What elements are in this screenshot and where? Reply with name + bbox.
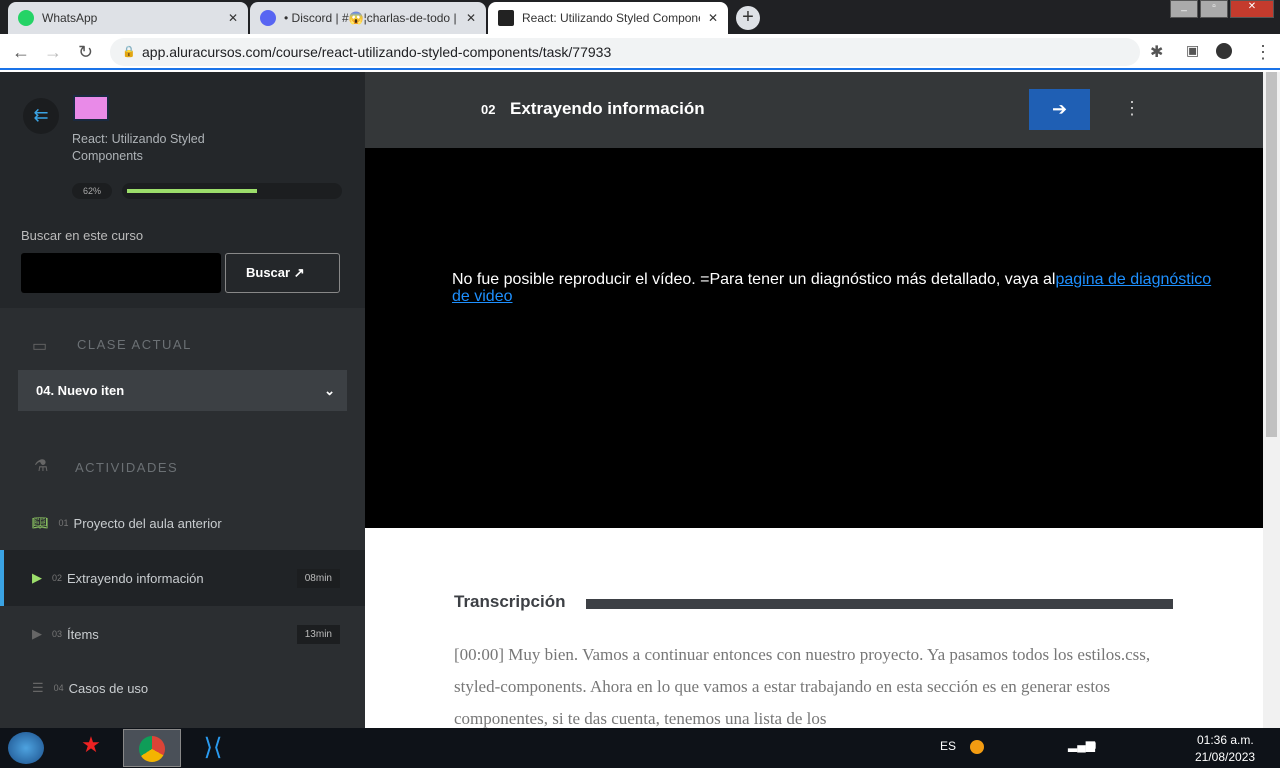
search-button[interactable]: Buscar ↗ — [225, 253, 340, 293]
new-tab-button[interactable]: + — [736, 6, 760, 30]
item-num: 02 — [52, 573, 63, 583]
lesson-title: Extrayendo información — [510, 99, 705, 118]
chrome-icon — [139, 736, 165, 762]
book-icon: 📖︎ — [32, 515, 49, 530]
item-label: Extrayendo información — [67, 570, 204, 586]
item-num: 01 — [58, 518, 69, 528]
minimize-button[interactable]: _ — [1170, 0, 1198, 18]
scrollbar-thumb[interactable] — [1266, 72, 1277, 437]
more-options-icon[interactable]: ⋮ — [1123, 98, 1141, 119]
video-error-message: No fue posible reproducir el vídeo. =Par… — [452, 271, 1212, 305]
play-icon: ▶︎ — [32, 626, 42, 641]
volume-icon[interactable]: 🔈︎ — [1092, 738, 1099, 753]
progress-fill — [127, 189, 258, 193]
url-text: app.aluracursos.com/course/react-utiliza… — [142, 44, 612, 60]
activity-item[interactable]: 📖︎ 01 Proyecto del aula anterior — [0, 495, 365, 551]
language-indicator[interactable]: ES — [940, 739, 956, 753]
progress-label: 62% — [72, 183, 112, 199]
vscode-icon[interactable]: ⟩⟨ — [184, 729, 242, 767]
flask-icon: ⚗ — [34, 458, 49, 475]
item-label: Ítems — [67, 626, 99, 642]
current-lesson-select[interactable]: 04. Nuevo iten ⌄ — [18, 370, 347, 411]
update-icon[interactable] — [970, 740, 984, 754]
item-duration: 08min — [296, 568, 340, 588]
tab-label: • Discord | #😱¦charlas-de-todo | — [284, 11, 457, 25]
tab-discord[interactable]: • Discord | #😱¦charlas-de-todo | ✕ — [250, 2, 486, 34]
progress-bar — [122, 183, 342, 199]
back-icon[interactable]: ← — [12, 42, 30, 63]
external-link-icon: ↗ — [293, 265, 305, 280]
sidebar: ⇇ React: Utilizando Styled Components 62… — [0, 72, 365, 728]
clock-time[interactable]: 01:36 a.m. — [1197, 733, 1254, 747]
activities-heading: Actividades — [75, 460, 179, 475]
search-label: Buscar en este curso — [21, 228, 144, 243]
address-bar: ← → ↻ 🔒 app.aluracursos.com/course/react-… — [0, 34, 1280, 70]
tab-bar: WhatsApp ✕ • Discord | #😱¦charlas-de-todo… — [0, 0, 1280, 34]
tab-label: WhatsApp — [42, 11, 98, 25]
item-label: Proyecto del aula anterior — [73, 515, 222, 531]
lessons-panel: ▭ Clase actual 04. Nuevo iten ⌄ ⚗ Activid… — [0, 308, 365, 728]
transcript-divider — [586, 599, 1173, 609]
course-title: React: Utilizando Styled Components — [72, 132, 205, 163]
reload-icon[interactable]: ↻ — [78, 42, 93, 63]
transcript-heading: Transcripción — [454, 592, 566, 611]
transcript-text: [00:00] Muy bien. Vamos a continuar ento… — [454, 645, 1151, 728]
course-logo — [73, 95, 109, 121]
menu-icon[interactable]: ⋮ — [1254, 42, 1272, 63]
activity-item-active[interactable]: ▶︎ 02 Extrayendo información 08min — [0, 550, 365, 606]
forward-icon[interactable]: → — [44, 42, 62, 63]
list-icon: ☰ — [32, 680, 44, 695]
search-input[interactable] — [21, 253, 221, 293]
tab-whatsapp[interactable]: WhatsApp ✕ — [8, 2, 248, 34]
item-label: Casos de uso — [68, 680, 149, 696]
activity-item[interactable]: ▶︎ 03 Ítems 13min — [0, 606, 365, 662]
book-icon: ▭ — [32, 338, 48, 355]
main-content: 02 Extrayendo información ➔ ⋮ No fue pos… — [365, 72, 1263, 728]
sidepanel-icon[interactable]: ▣ — [1186, 42, 1199, 59]
item-duration: 13min — [296, 624, 340, 644]
lesson-number: 02 — [481, 102, 496, 117]
lock-icon: 🔒 — [122, 46, 136, 58]
url-input[interactable]: 🔒 app.aluracursos.com/course/react-utiliz… — [110, 38, 1140, 66]
whatsapp-icon — [18, 10, 34, 26]
search-button-label: Buscar — [246, 265, 291, 280]
extensions-icon[interactable]: ✱ — [1150, 42, 1163, 62]
close-icon[interactable]: ✕ — [228, 11, 238, 25]
clock-date[interactable]: 21/08/2023 — [1195, 750, 1255, 764]
page-scrollbar[interactable] — [1263, 72, 1280, 728]
start-button[interactable] — [8, 732, 44, 764]
video-player[interactable]: No fue posible reproducir el vídeo. =Par… — [365, 148, 1263, 528]
discord-icon — [260, 10, 276, 26]
item-num: 04 — [53, 683, 64, 693]
avatar[interactable] — [1216, 43, 1232, 59]
lesson-header: 02 Extrayendo información ➔ ⋮ — [365, 72, 1263, 148]
arrow-right-circle-icon: ➔ — [1051, 99, 1068, 119]
alura-icon — [498, 10, 514, 26]
close-window-button[interactable]: ✕ — [1230, 0, 1274, 18]
close-icon[interactable]: ✕ — [708, 11, 718, 25]
current-lesson-label: 04. Nuevo iten — [36, 383, 125, 398]
close-icon[interactable]: ✕ — [466, 11, 476, 25]
taskbar: ★ ⟩⟨ ES ▂▄▆ 🔈︎ 01:36 a.m. 21/08/2023 — [0, 728, 1280, 768]
collapse-sidebar-button[interactable]: ⇇ — [23, 98, 59, 134]
play-icon: ▶︎ — [32, 570, 42, 585]
activity-item[interactable]: ☰ 04 Casos de uso — [0, 660, 365, 716]
video-error-text: No fue posible reproducir el vídeo. =Par… — [452, 271, 1056, 288]
tab-alura[interactable]: React: Utilizando Styled Compone ✕ — [488, 2, 728, 34]
current-section-heading: Clase actual — [77, 337, 192, 352]
next-lesson-button[interactable]: ➔ — [1029, 89, 1090, 130]
chevron-down-icon: ⌄ — [324, 383, 335, 398]
item-num: 03 — [52, 629, 63, 639]
restore-button[interactable]: ▫ — [1200, 0, 1228, 18]
pokerstars-icon[interactable]: ★ — [66, 732, 116, 764]
network-icon[interactable]: ▂▄▆ — [1068, 738, 1095, 752]
chrome-taskbar-button[interactable] — [123, 729, 181, 767]
tab-label: React: Utilizando Styled Compone — [522, 11, 700, 25]
